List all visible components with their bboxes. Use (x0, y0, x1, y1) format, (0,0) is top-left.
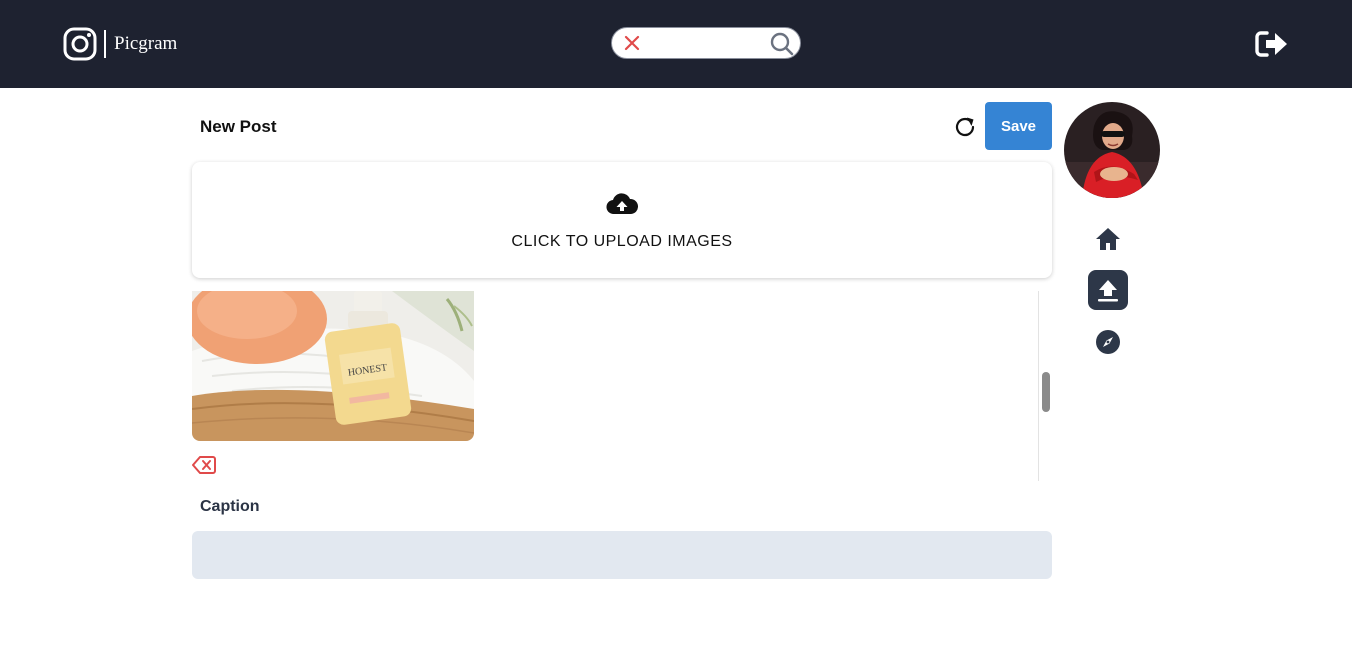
logout-icon[interactable] (1255, 30, 1289, 58)
home-icon[interactable] (1094, 225, 1122, 253)
logo-divider (104, 30, 106, 58)
gallery-scrollbar[interactable] (1038, 291, 1052, 481)
caption-input[interactable] (192, 531, 1052, 579)
cloud-upload-icon (606, 193, 638, 215)
search-input[interactable] (648, 32, 772, 56)
top-navbar: Picgram (0, 0, 1352, 88)
refresh-icon[interactable] (953, 115, 977, 139)
image-gallery: HONEST (192, 291, 1052, 481)
search-bar (611, 27, 801, 59)
brand-name[interactable]: Picgram (114, 33, 177, 55)
compass-icon[interactable] (1095, 329, 1121, 355)
scrollbar-thumb[interactable] (1042, 372, 1050, 412)
nav-upload-button[interactable] (1088, 270, 1128, 310)
upload-icon (1098, 280, 1118, 302)
search-icon[interactable] (770, 32, 794, 56)
caption-label: Caption (200, 498, 260, 515)
upload-label: CLICK TO UPLOAD IMAGES (511, 233, 733, 250)
uploaded-image-thumbnail: HONEST (192, 291, 474, 441)
close-icon[interactable] (624, 35, 640, 51)
page-title: New Post (200, 117, 277, 136)
save-button[interactable]: Save (985, 102, 1052, 150)
instagram-logo-icon[interactable] (63, 27, 97, 61)
upload-dropzone[interactable]: CLICK TO UPLOAD IMAGES (192, 162, 1052, 278)
avatar[interactable] (1064, 102, 1160, 198)
backspace-icon[interactable] (192, 455, 216, 475)
